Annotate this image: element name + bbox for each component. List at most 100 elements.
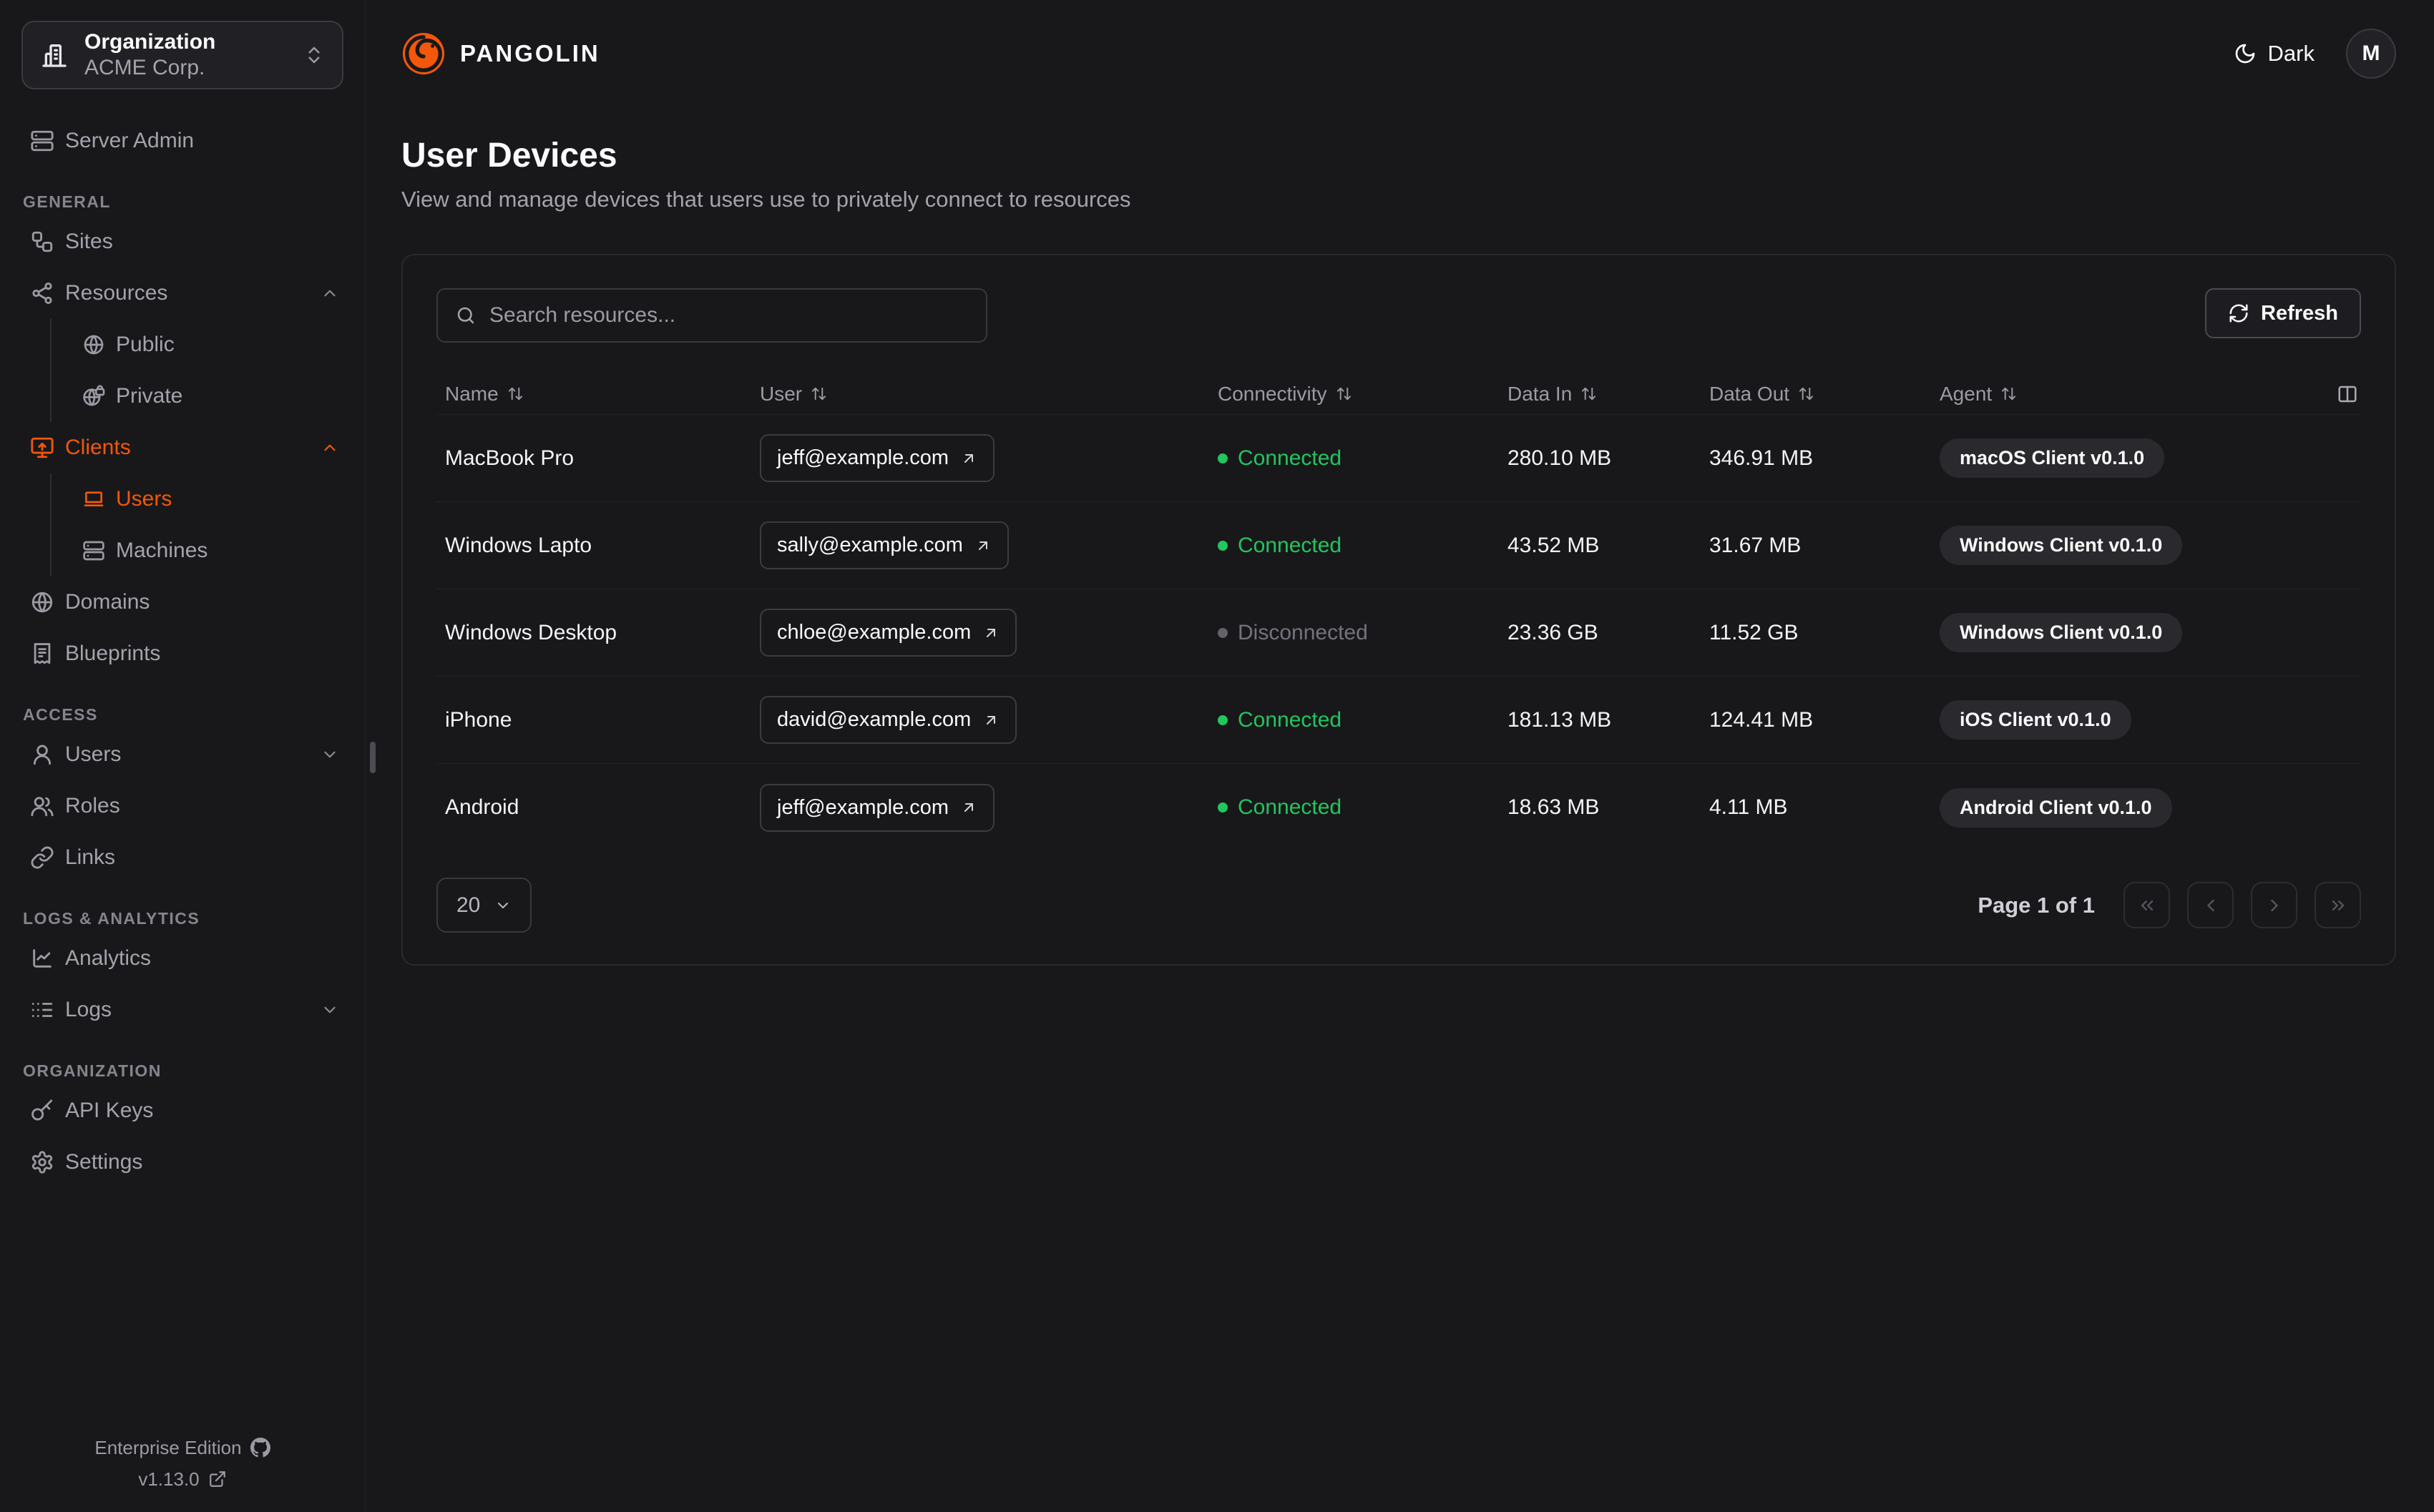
sidebar-item-blueprints[interactable]: Blueprints [21,628,343,679]
device-name: Windows Lapto [445,533,592,557]
sidebar-item-label: Users [65,742,122,766]
column-header-agent[interactable]: Agent [1931,383,2328,406]
table-body: MacBook Pro jeff@example.com Connected 2… [436,415,2361,851]
globe-lock-icon [82,385,105,408]
user-link-button[interactable]: jeff@example.com [760,783,995,832]
column-header-user[interactable]: User [751,383,1209,406]
sidebar-item-label: Blueprints [65,642,161,665]
theme-toggle[interactable]: Dark [2234,41,2315,67]
globe-icon [82,333,105,356]
moon-icon [2234,42,2257,65]
sort-icon [1798,386,1814,402]
status-dot [1218,715,1228,725]
sidebar-item-label: Server Admin [65,129,195,152]
sidebar-item-label: Roles [65,794,120,818]
sidebar-item-analytics[interactable]: Analytics [21,933,343,984]
sidebar-item-label: Analytics [65,946,152,970]
table-row: Windows Lapto sally@example.com Connecte… [436,502,2361,589]
user-link-button[interactable]: chloe@example.com [760,609,1017,657]
laptop-icon [82,488,105,511]
server-icon [82,539,105,562]
sidebar-item-machines[interactable]: Machines [52,525,343,576]
sidebar-footer: Enterprise Edition v1.13.0 [21,1432,343,1495]
theme-toggle-label: Dark [2267,41,2315,66]
column-visibility-button[interactable] [2328,383,2361,405]
previous-page-button[interactable] [2187,882,2234,928]
data-in: 23.36 GB [1507,620,1598,644]
sidebar-item-resources[interactable]: Resources [21,267,343,319]
external-link-icon[interactable] [208,1470,227,1488]
pagination: 20 Page 1 of 1 [436,878,2361,933]
status-dot [1218,453,1228,463]
sidebar-item-sites[interactable]: Sites [21,216,343,267]
page-size-select[interactable]: 20 [436,878,532,933]
sidebar-item-roles[interactable]: Roles [21,780,343,832]
refresh-label: Refresh [2261,301,2338,325]
globe-icon [30,590,54,614]
column-header-data-in[interactable]: Data In [1499,383,1701,406]
search-box [436,288,987,343]
connectivity-status: Connected [1209,795,1499,820]
sidebar-item-settings[interactable]: Settings [21,1137,343,1188]
data-out: 346.91 MB [1709,446,1814,470]
user-link-button[interactable]: jeff@example.com [760,434,995,482]
refresh-button[interactable]: Refresh [2205,288,2361,338]
sort-icon [1336,386,1352,402]
column-header-connectivity[interactable]: Connectivity [1209,383,1499,406]
resources-icon [30,281,54,305]
agent-badge: macOS Client v0.1.0 [1940,438,2165,478]
first-page-button[interactable] [2123,882,2170,928]
page-title: User Devices [401,137,617,175]
data-out: 124.41 MB [1709,707,1814,732]
sidebar-item-label: Private [116,384,183,408]
search-input[interactable] [489,303,969,328]
sidebar-item-private[interactable]: Private [52,370,343,422]
sidebar-item-server-admin[interactable]: Server Admin [21,115,343,167]
chevron-down-icon [321,1001,339,1019]
user-link-button[interactable]: sally@example.com [760,521,1009,569]
sidebar-item-clients[interactable]: Clients [21,422,343,473]
status-dot [1218,540,1228,551]
agent-badge: Android Client v0.1.0 [1940,787,2172,828]
sidebar-item-label: Public [116,333,175,356]
sidebar-item-client-users[interactable]: Users [52,473,343,525]
next-page-button[interactable] [2251,882,2297,928]
agent-badge: Windows Client v0.1.0 [1940,526,2183,565]
edition-label: Enterprise Edition [94,1437,242,1458]
data-in: 280.10 MB [1507,446,1612,470]
github-icon[interactable] [250,1438,270,1458]
table-header-row: Name User Connectivity Data In Data Out [436,373,2361,415]
sidebar-item-users[interactable]: Users [21,729,343,780]
sidebar-resize-handle[interactable] [370,742,376,773]
sort-icon [1580,386,1597,402]
connectivity-status: Connected [1209,446,1499,471]
org-selector[interactable]: Organization ACME Corp. [21,21,343,89]
last-page-button[interactable] [2315,882,2361,928]
sidebar-item-label: Resources [65,281,168,305]
user-link-button[interactable]: david@example.com [760,696,1017,744]
receipt-icon [30,642,54,666]
sort-icon [507,386,524,402]
org-label: Organization [84,30,216,54]
sidebar-nav: Server Admin GENERAL Sites Resources Pub… [21,89,343,1432]
search-icon [455,305,476,326]
sidebar-item-logs[interactable]: Logs [21,984,343,1036]
sidebar-item-api-keys[interactable]: API Keys [21,1085,343,1137]
chevrons-up-down-icon [303,44,325,66]
avatar[interactable]: M [2346,29,2396,79]
sidebar-item-label: Domains [65,590,150,614]
connectivity-status: Connected [1209,708,1499,732]
status-dot [1218,802,1228,813]
top-bar: PANGOLIN Dark M [401,0,2396,107]
page-subtitle: View and manage devices that users use t… [401,187,1131,212]
brand[interactable]: PANGOLIN [401,31,600,76]
sidebar-item-links[interactable]: Links [21,832,343,883]
column-header-data-out[interactable]: Data Out [1701,383,1931,406]
column-header-name[interactable]: Name [436,383,751,406]
chevron-up-icon [321,438,339,457]
sidebar-item-label: Sites [65,230,113,253]
sidebar-item-public[interactable]: Public [52,319,343,370]
chevron-down-icon [321,745,339,764]
version-label: v1.13.0 [138,1468,200,1490]
sidebar-item-domains[interactable]: Domains [21,576,343,628]
